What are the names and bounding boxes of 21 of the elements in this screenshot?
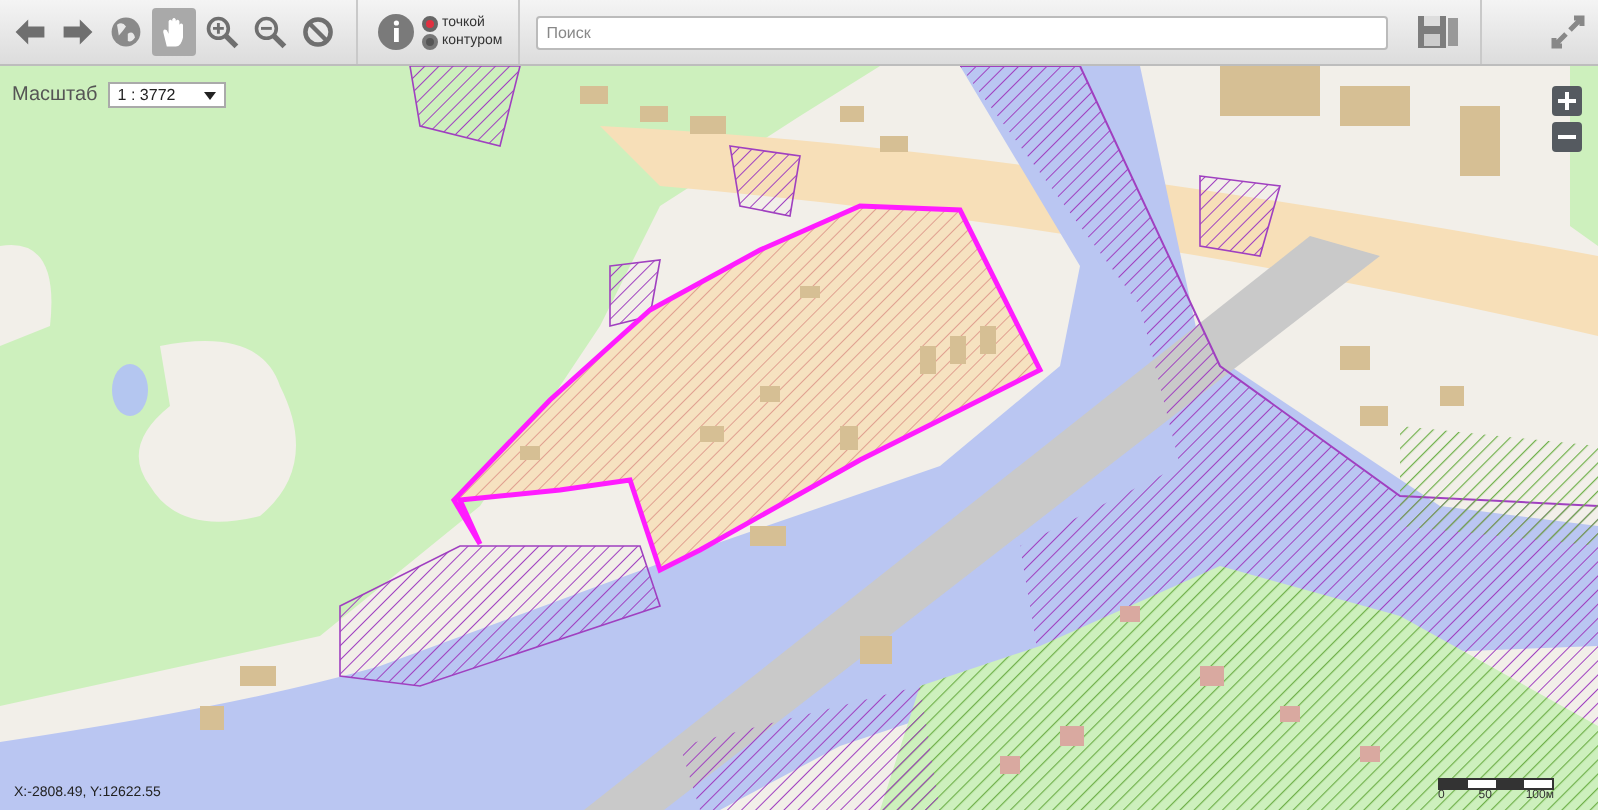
zoom-out-icon (252, 14, 288, 50)
back-arrow-icon (12, 14, 48, 50)
prohibition-icon (300, 14, 336, 50)
scale-dropdown[interactable]: 1 : 3772 (107, 82, 226, 108)
forward-arrow-icon (60, 14, 96, 50)
globe-icon (108, 14, 144, 50)
scale-label: Масштаб (12, 84, 98, 106)
zoom-in-button[interactable] (1552, 86, 1582, 116)
radio-button[interactable] (422, 15, 438, 31)
radio-button[interactable] (422, 33, 438, 49)
zoom-out-button[interactable] (1552, 122, 1582, 152)
caret-icon (203, 91, 216, 99)
zoom-in-icon (204, 14, 240, 50)
plus-icon (1558, 92, 1576, 110)
save-icon (1416, 12, 1460, 52)
search-field[interactable]: Поиск (536, 15, 1388, 49)
info-icon (376, 12, 416, 52)
info-button[interactable] (374, 8, 418, 56)
scale-bar (1438, 778, 1554, 790)
fullscreen-icon (1548, 12, 1588, 52)
hand-button[interactable] (152, 8, 196, 56)
